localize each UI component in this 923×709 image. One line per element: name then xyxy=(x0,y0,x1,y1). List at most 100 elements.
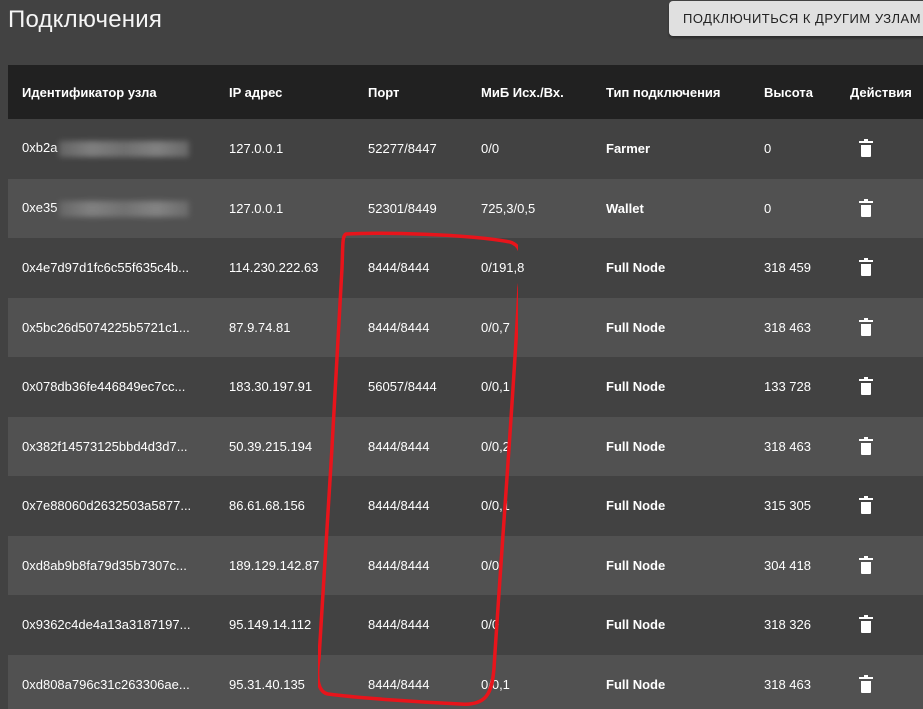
header-ip-address[interactable]: IP адрес xyxy=(215,65,354,119)
connection-type-cell: Full Node xyxy=(592,357,750,417)
height-cell-text: 318 463 xyxy=(764,438,811,454)
trash-icon[interactable] xyxy=(859,317,873,336)
trash-icon[interactable] xyxy=(859,258,873,277)
mib-cell: 0/0 xyxy=(467,595,592,655)
actions-cell xyxy=(836,655,923,709)
ip-address-cell-text: 114.230.222.63 xyxy=(229,260,319,276)
header-mib-up-down[interactable]: МиБ Исх./Вх. xyxy=(467,65,592,119)
height-cell-text: 133 728 xyxy=(764,379,811,395)
trash-icon[interactable] xyxy=(859,496,873,515)
ip-address-cell-text: 50.39.215.194 xyxy=(229,438,313,454)
ip-address-cell: 95.31.40.135 xyxy=(215,655,354,709)
port-cell-text: 56057/8444 xyxy=(368,379,437,395)
node-id-cell-text: 0xb2a xyxy=(22,140,58,156)
port-cell-text: 52277/8447 xyxy=(368,141,437,157)
connection-type-cell-text: Farmer xyxy=(606,141,651,157)
table-row: 0x4e7d97d1fc6c55f635c4b... 114.230.222.63… xyxy=(8,238,923,298)
connection-type-cell-text: Full Node xyxy=(606,319,666,335)
mib-cell-text: 725,3/0,5 xyxy=(481,200,536,216)
ip-address-cell: 127.0.0.1 xyxy=(215,179,354,239)
actions-cell xyxy=(836,536,923,596)
mib-cell-text: 0/0 xyxy=(481,617,500,633)
connections-page: Подключения ПОДКЛЮЧИТЬСЯ К ДРУГИМ УЗЛАМ … xyxy=(0,0,923,709)
trash-icon[interactable] xyxy=(859,198,873,217)
header-node-id[interactable]: Идентификатор узла xyxy=(8,65,215,119)
node-id-cell: 0xb2a xyxy=(8,119,215,179)
connection-type-cell-text: Full Node xyxy=(606,260,666,276)
node-id-cell-text: 0xd8ab9b8fa79d35b7307c... xyxy=(22,557,187,573)
trash-icon[interactable] xyxy=(859,139,873,158)
ip-address-cell-text: 127.0.0.1 xyxy=(229,200,284,216)
mib-cell: 0/0,1 xyxy=(467,476,592,536)
ip-address-cell-text: 86.61.68.156 xyxy=(229,498,305,514)
ip-address-cell: 50.39.215.194 xyxy=(215,417,354,477)
node-id-cell: 0xe35 xyxy=(8,179,215,239)
table-row: 0x5bc26d5074225b5721c1... 87.9.74.81 8444/… xyxy=(8,297,923,358)
mib-cell: 0/0,2 xyxy=(467,417,592,477)
trash-icon[interactable] xyxy=(859,615,873,634)
table-row: 0xe35 127.0.0.1 52301/8449 725,3/0,5 Wallet 0 xyxy=(8,178,923,239)
ip-address-cell: 127.0.0.1 xyxy=(215,119,354,179)
height-cell-text: 318 459 xyxy=(764,260,811,276)
mib-cell-text: 0/0 xyxy=(481,141,500,157)
trash-icon[interactable] xyxy=(859,674,873,693)
actions-cell xyxy=(836,417,923,477)
connection-type-cell: Full Node xyxy=(592,595,750,655)
node-id-cell: 0xd808a796c31c263306ae... xyxy=(8,655,215,709)
port-cell: 8444/8444 xyxy=(354,655,467,709)
height-cell: 133 728 xyxy=(750,357,836,417)
mib-cell-text: 0/0,1 xyxy=(481,676,510,692)
node-id-cell-text: 0xd808a796c31c263306ae... xyxy=(22,676,190,692)
height-cell: 315 305 xyxy=(750,476,836,536)
connection-type-cell-text: Full Node xyxy=(606,676,666,692)
height-cell-text: 315 305 xyxy=(764,498,811,514)
node-id-cell-text: 0x4e7d97d1fc6c55f635c4b... xyxy=(22,260,189,276)
table-row: 0xd808a796c31c263306ae... 95.31.40.135 844… xyxy=(8,654,923,709)
port-cell: 8444/8444 xyxy=(354,536,467,596)
connect-to-other-nodes-button[interactable]: ПОДКЛЮЧИТЬСЯ К ДРУГИМ УЗЛАМ xyxy=(669,1,923,36)
port-cell: 56057/8444 xyxy=(354,357,467,417)
node-id-cell: 0x9362c4de4a13a3187197... xyxy=(8,595,215,655)
table-header-row: Идентификатор узла IP адрес Порт МиБ Исх… xyxy=(8,65,923,119)
ip-address-cell: 87.9.74.81 xyxy=(215,298,354,358)
height-cell-text: 0 xyxy=(764,200,772,216)
trash-icon[interactable] xyxy=(859,555,873,574)
table-row: 0xb2a 127.0.0.1 52277/8447 0/0 Farmer 0 xyxy=(8,119,923,179)
connection-type-cell: Full Node xyxy=(592,476,750,536)
trash-icon[interactable] xyxy=(859,377,873,396)
header-height[interactable]: Высота xyxy=(750,65,836,119)
ip-address-cell-text: 183.30.197.91 xyxy=(229,379,313,395)
height-cell: 0 xyxy=(750,119,836,179)
trash-icon[interactable] xyxy=(859,436,873,455)
header-connection-type[interactable]: Тип подключения xyxy=(592,65,750,119)
height-cell-text: 318 463 xyxy=(764,319,811,335)
header-port[interactable]: Порт xyxy=(354,65,467,119)
ip-address-cell: 189.129.142.87 xyxy=(215,536,354,596)
node-id-cell-text: 0x9362c4de4a13a3187197... xyxy=(22,617,191,633)
node-id-cell: 0xd8ab9b8fa79d35b7307c... xyxy=(8,536,215,596)
port-cell: 52277/8447 xyxy=(354,119,467,179)
ip-address-cell-text: 95.31.40.135 xyxy=(229,676,305,692)
port-cell: 8444/8444 xyxy=(354,476,467,536)
connection-type-cell-text: Full Node xyxy=(606,438,666,454)
height-cell-text: 0 xyxy=(764,141,772,157)
mib-cell-text: 0/0 xyxy=(481,557,500,573)
ip-address-cell-text: 127.0.0.1 xyxy=(229,141,284,157)
mib-cell: 0/0,1 xyxy=(467,357,592,417)
height-cell: 318 463 xyxy=(750,298,836,358)
ip-address-cell: 114.230.222.63 xyxy=(215,238,354,298)
mib-cell: 0/0,7 xyxy=(467,298,592,358)
height-cell: 318 326 xyxy=(750,595,836,655)
table-row: 0x078db36fe446849ec7cc... 183.30.197.91 56… xyxy=(8,357,923,417)
port-cell-text: 8444/8444 xyxy=(368,438,430,454)
connection-type-cell: Full Node xyxy=(592,298,750,358)
height-cell-text: 318 463 xyxy=(764,676,811,692)
connection-type-cell: Full Node xyxy=(592,238,750,298)
actions-cell xyxy=(836,476,923,536)
mib-cell-text: 0/0,1 xyxy=(481,498,510,514)
connection-type-cell-text: Full Node xyxy=(606,617,666,633)
actions-cell xyxy=(836,119,923,179)
height-cell: 0 xyxy=(750,179,836,239)
header-actions: Действия xyxy=(850,84,912,100)
height-cell: 318 463 xyxy=(750,417,836,477)
